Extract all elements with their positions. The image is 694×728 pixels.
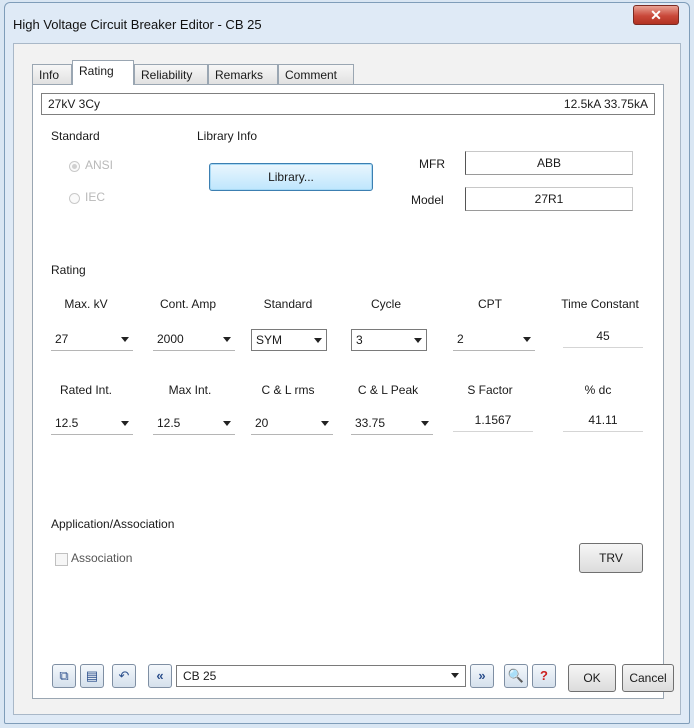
cycle-select[interactable]: 3 (351, 329, 427, 351)
association-checkbox[interactable] (55, 553, 68, 566)
tab-info[interactable]: Info (32, 64, 72, 84)
iec-radio[interactable] (69, 193, 80, 204)
model-label: Model (411, 193, 444, 207)
standard-value: SYM (256, 333, 283, 347)
cl-peak-header: C & L Peak (357, 383, 419, 397)
record-value: CB 25 (183, 669, 217, 683)
next-record-icon[interactable]: » (470, 664, 494, 688)
ansi-label: ANSI (85, 158, 114, 172)
rated-int-header: Rated Int. (59, 383, 113, 397)
paste-icon[interactable]: ▤ (80, 664, 104, 688)
help-icon[interactable]: ? (532, 664, 556, 688)
standard-select[interactable]: SYM (251, 329, 327, 351)
cycle-value: 3 (356, 333, 363, 347)
tab-comment[interactable]: Comment (278, 64, 354, 84)
max-kv-select[interactable]: 27 (51, 329, 133, 351)
cpt-header: CPT (478, 297, 502, 311)
time-constant-header: Time Constant (561, 297, 639, 311)
rating-label: Rating (51, 263, 86, 277)
max-kv-header: Max. kV (64, 297, 108, 311)
cl-rms-header: C & L rms (261, 383, 315, 397)
cancel-button[interactable]: Cancel (622, 664, 674, 692)
pct-dc-value: 41.11 (563, 409, 643, 432)
ansi-radio[interactable] (69, 161, 80, 172)
bottom-toolbar: ⧉ ▤ ↶ « CB 25 » 🔍 ? OK Cancel (14, 664, 682, 704)
editor-window: High Voltage Circuit Breaker Editor - CB… (4, 2, 690, 724)
chevron-down-icon (451, 673, 459, 678)
standard-label: Standard (51, 129, 100, 143)
close-button[interactable]: ✕ (633, 5, 679, 25)
copy-icon[interactable]: ⧉ (52, 664, 76, 688)
max-kv-value: 27 (55, 332, 69, 346)
record-select[interactable]: CB 25 (176, 665, 466, 687)
cont-amp-select[interactable]: 2000 (153, 329, 235, 351)
tab-rating[interactable]: Rating (72, 60, 134, 85)
chevron-down-icon (314, 338, 322, 343)
summary-right: 12.5kA 33.75kA (563, 97, 648, 111)
chevron-down-icon (414, 338, 422, 343)
trv-button[interactable]: TRV (579, 543, 643, 573)
chevron-down-icon (223, 421, 231, 426)
s-factor-value: 1.1567 (453, 409, 533, 432)
previous-record-icon[interactable]: « (148, 664, 172, 688)
undo-icon[interactable]: ↶ (112, 664, 136, 688)
application-label: Application/Association (51, 517, 175, 531)
chevron-down-icon (121, 421, 129, 426)
cpt-select[interactable]: 2 (453, 329, 535, 351)
chevron-down-icon (321, 421, 329, 426)
title-bar: High Voltage Circuit Breaker Editor - CB… (5, 3, 689, 37)
rated-int-value: 12.5 (55, 416, 79, 430)
mfr-label: MFR (419, 157, 445, 171)
window-title: High Voltage Circuit Breaker Editor - CB… (13, 17, 262, 32)
library-button[interactable]: Library... (209, 163, 373, 191)
time-constant-value: 45 (563, 325, 643, 348)
max-int-value: 12.5 (157, 416, 181, 430)
cl-peak-value: 33.75 (355, 416, 386, 430)
chevron-down-icon (223, 337, 231, 342)
cl-peak-select[interactable]: 33.75 (351, 413, 433, 435)
summary-left: 27kV 3Cy (48, 97, 101, 111)
max-int-header: Max Int. (168, 383, 212, 397)
chevron-down-icon (421, 421, 429, 426)
rated-int-select[interactable]: 12.5 (51, 413, 133, 435)
cycle-header: Cycle (370, 297, 401, 311)
pct-dc-header: % dc (584, 383, 612, 397)
summary-bar: 27kV 3Cy 12.5kA 33.75kA (41, 93, 655, 115)
iec-label: IEC (85, 190, 106, 204)
cont-amp-value: 2000 (157, 332, 184, 346)
cont-amp-header: Cont. Amp (159, 297, 217, 311)
chevron-down-icon (121, 337, 129, 342)
cl-rms-select[interactable]: 20 (251, 413, 333, 435)
cl-rms-value: 20 (255, 416, 269, 430)
s-factor-header: S Factor (467, 383, 513, 397)
standard-header: Standard (263, 297, 313, 311)
ok-button[interactable]: OK (568, 664, 616, 692)
max-int-select[interactable]: 12.5 (153, 413, 235, 435)
association-label: Association (71, 551, 133, 565)
find-icon[interactable]: 🔍 (504, 664, 528, 688)
dialog-body: Info Rating Reliability Remarks Comment … (13, 43, 681, 715)
tab-reliability[interactable]: Reliability (134, 64, 208, 84)
mfr-field[interactable]: ABB (465, 151, 633, 175)
tab-remarks[interactable]: Remarks (208, 64, 278, 84)
cpt-value: 2 (457, 332, 464, 346)
chevron-down-icon (523, 337, 531, 342)
library-info-label: Library Info (197, 129, 258, 143)
model-field[interactable]: 27R1 (465, 187, 633, 211)
rating-panel: 27kV 3Cy 12.5kA 33.75kA Standard ANSI IE… (32, 84, 664, 699)
